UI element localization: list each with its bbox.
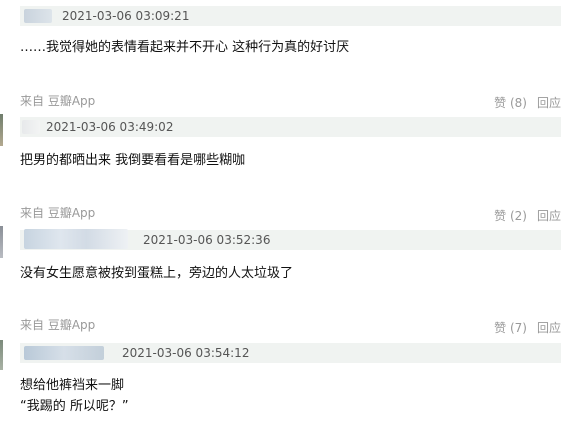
blurred-username[interactable]: [22, 120, 40, 134]
comment-text: 没有女生愿意被按到蛋糕上，旁边的人太垃圾了: [20, 266, 294, 281]
reply-button[interactable]: 回应: [537, 321, 561, 335]
like-button[interactable]: 赞 (2): [494, 209, 527, 223]
comment-text: 把男的都晒出来 我倒要看看是哪些糊咖: [20, 153, 246, 168]
comment-actions: 赞 (2) 回应: [494, 208, 561, 224]
comment-timestamp: 2021-03-06 03:54:12: [122, 346, 250, 360]
avatar[interactable]: [0, 114, 3, 146]
blurred-username[interactable]: [24, 346, 104, 360]
like-button[interactable]: 赞 (8): [494, 96, 527, 110]
reply-button[interactable]: 回应: [537, 96, 561, 110]
reply-button[interactable]: 回应: [537, 209, 561, 223]
comment-actions: 赞 (8) 回应: [494, 95, 561, 111]
comment-actions: 赞 (7) 回应: [494, 320, 561, 336]
comment-text: “我踢的 所以呢？”: [20, 399, 129, 414]
avatar[interactable]: [0, 226, 3, 258]
like-button[interactable]: 赞 (7): [494, 321, 527, 335]
blurred-username[interactable]: [24, 9, 52, 23]
comment-timestamp: 2021-03-06 03:09:21: [62, 9, 190, 23]
avatar[interactable]: [0, 340, 3, 370]
comment-timestamp: 2021-03-06 03:52:36: [143, 233, 271, 247]
comment-text: ……我觉得她的表情看起来并不开心 这种行为真的好讨厌: [20, 40, 350, 55]
comment-source: 来自 豆瓣App: [20, 206, 96, 220]
comment-text: 想给他裤裆来一脚: [20, 378, 125, 393]
comment-source: 来自 豆瓣App: [20, 318, 96, 332]
comment-timestamp: 2021-03-06 03:49:02: [46, 120, 174, 134]
blurred-username[interactable]: [24, 229, 128, 249]
comment-source: 来自 豆瓣App: [20, 94, 96, 108]
